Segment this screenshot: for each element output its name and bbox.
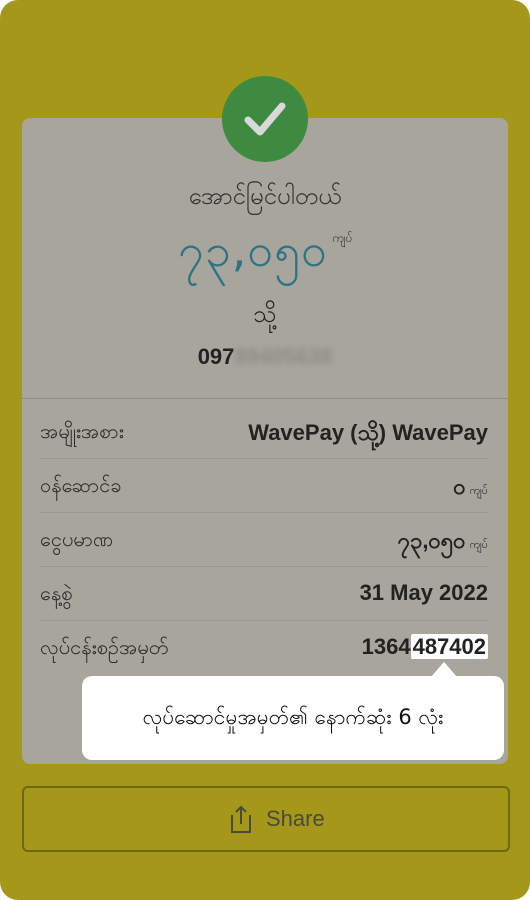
tooltip-text: လုပ်ဆောင်မှုအမှတ်၏ နောက်ဆုံး 6 လုံး [142, 705, 444, 729]
row-value: 31 May 2022 [359, 580, 488, 605]
share-icon [222, 804, 252, 838]
row-type: အမျိုးအစား WavePay (သို့) WavePay [40, 404, 488, 459]
row-fee: ဝန်ဆောင်ခ ၀ကျပ် [40, 458, 488, 513]
txn-id-prefix: 1364 [361, 634, 411, 659]
txn-id-highlight: 487402 [410, 634, 488, 659]
row-transaction-id: လုပ်ငန်းစဉ်အမှတ် 1364487402 [40, 620, 488, 674]
screen-overlay: အောင်မြင်ပါတယ် ၇၃,၀၅၀ ကျပ် သို့ 097894056… [0, 0, 530, 900]
row-label: လုပ်ငန်းစဉ်အမှတ် [40, 635, 169, 659]
success-check-icon [222, 76, 308, 162]
row-value: 1364487402 [362, 634, 488, 660]
row-value: ၀ကျပ် [453, 472, 488, 505]
row-value: ၇၃,၀၅၀ ကျပ် [398, 526, 488, 559]
recipient-phone: 09789405638 [22, 344, 508, 370]
phone-visible: 097 [197, 344, 235, 369]
amount-value: ၇၃,၀၅၀ [177, 223, 328, 277]
row-label: ဝန်ဆောင်ခ [40, 473, 122, 497]
row-date: နေ့စွဲ 31 May 2022 [40, 566, 488, 621]
status-text: အောင်မြင်ပါတယ် [188, 182, 342, 210]
row-label: နေ့စွဲ [40, 581, 73, 605]
to-label: သို့ [253, 300, 277, 328]
phone-blurred: 89405638 [234, 344, 333, 369]
row-value: WavePay (သို့) WavePay [248, 420, 488, 445]
row-label: ငွေပမာဏ [40, 527, 114, 551]
row-label: အမျိုးအစား [40, 419, 124, 443]
share-label: Share [266, 806, 325, 831]
fee-value: ၀ [453, 474, 466, 499]
amount-row-value: ၇၃,၀၅၀ [397, 528, 466, 553]
divider [22, 398, 508, 399]
amount-display: ၇၃,၀၅၀ ကျပ် [22, 222, 508, 289]
row-amount: ငွေပမာဏ ၇၃,၀၅၀ ကျပ် [40, 512, 488, 567]
fee-unit: ကျပ် [469, 485, 488, 497]
share-button[interactable]: Share [22, 786, 510, 852]
amount-unit: ကျပ် [331, 231, 353, 245]
tooltip[interactable]: လုပ်ဆောင်မှုအမှတ်၏ နောက်ဆုံး 6 လုံး [82, 676, 504, 760]
amount-row-unit: ကျပ် [469, 539, 488, 551]
